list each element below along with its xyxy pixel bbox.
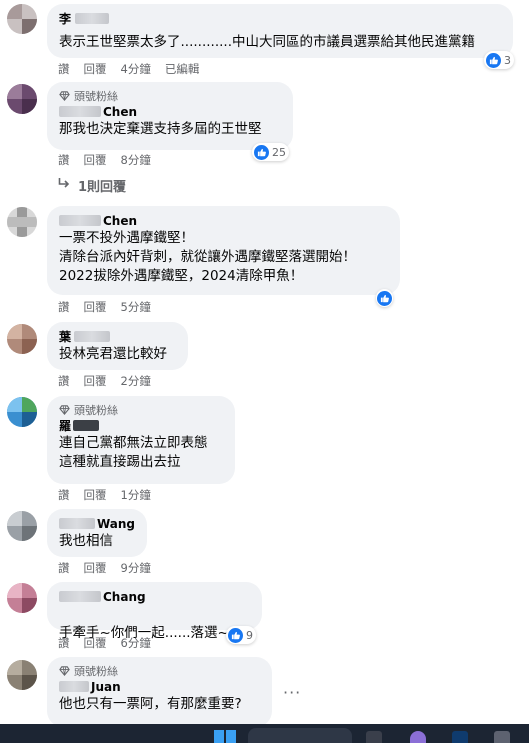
reply-button[interactable]: 回覆 bbox=[84, 635, 107, 651]
taskbar-search-box[interactable] bbox=[248, 728, 352, 743]
like-button[interactable]: 讚 bbox=[58, 373, 70, 389]
edited-label: 已編輯 bbox=[164, 62, 200, 76]
taskbar-app-icon[interactable] bbox=[410, 731, 426, 743]
badge-label: 頭號粉絲 bbox=[74, 664, 118, 678]
reply-button[interactable]: 回覆 bbox=[84, 61, 107, 77]
like-button[interactable]: 讚 bbox=[58, 61, 70, 77]
reaction-count[interactable]: 3 bbox=[484, 51, 514, 69]
timestamp[interactable]: 2分鐘 bbox=[121, 373, 151, 389]
commenter-name-text: 葉 bbox=[59, 330, 72, 344]
taskbar-app-icon[interactable] bbox=[452, 731, 468, 743]
commenter-name[interactable]: Chen bbox=[59, 212, 388, 229]
like-button[interactable]: 讚 bbox=[58, 299, 70, 315]
comment-bubble: 頭號粉絲 Juan 他也只有一票阿，有那麼重要? bbox=[47, 657, 272, 727]
like-button[interactable]: 讚 bbox=[58, 152, 70, 168]
view-replies-link[interactable]: 1則回覆 bbox=[58, 176, 126, 195]
commenter-name-text: Wang bbox=[96, 516, 135, 531]
diamond-badge-icon bbox=[59, 90, 70, 101]
comment-actions: 讚 回覆 6分鐘 bbox=[58, 635, 151, 651]
commenter-name[interactable]: 葉 bbox=[59, 328, 176, 345]
comment-actions: 讚 回覆 1分鐘 bbox=[58, 487, 151, 503]
comment-text: 那我也決定棄選支持多屆的王世堅 bbox=[59, 121, 262, 137]
timestamp[interactable]: 1分鐘 bbox=[121, 487, 151, 503]
reaction-number: 3 bbox=[504, 53, 511, 67]
diamond-badge-icon bbox=[59, 404, 70, 415]
commenter-name[interactable]: Juan bbox=[59, 678, 260, 695]
comment-bubble: 李 表示王世堅票太多了............中山大同區的市議員選票給其他民進黨… bbox=[47, 4, 513, 58]
commenter-name-text: Juan bbox=[91, 679, 121, 694]
comment-actions: 讚 回覆 9分鐘 bbox=[58, 560, 151, 576]
timestamp[interactable]: 6分鐘 bbox=[121, 635, 151, 651]
reaction-count[interactable] bbox=[376, 289, 393, 307]
comment-text: 連自己黨都無法立即表態 這種就直接踢出去拉 bbox=[59, 435, 208, 470]
timestamp[interactable]: 9分鐘 bbox=[121, 560, 151, 576]
reaction-number: 9 bbox=[246, 628, 253, 642]
commenter-name-text: Chang bbox=[103, 589, 146, 604]
commenter-name[interactable]: Wang bbox=[59, 515, 135, 532]
commenter-name-text: Chen bbox=[103, 104, 138, 119]
thumbs-up-icon bbox=[377, 290, 392, 306]
top-fan-badge: 頭號粉絲 bbox=[59, 663, 260, 678]
thumbs-up-icon bbox=[486, 52, 501, 68]
thumbs-up-icon bbox=[254, 144, 269, 160]
diamond-badge-icon bbox=[59, 665, 70, 676]
comment-bubble: 葉 投林亮君還比較好 bbox=[47, 322, 188, 370]
avatar[interactable] bbox=[7, 207, 37, 237]
comment-bubble: Wang 我也相信 bbox=[47, 509, 147, 557]
reply-arrow-icon bbox=[58, 178, 70, 193]
reply-button[interactable]: 回覆 bbox=[84, 560, 107, 576]
taskbar-app-icon[interactable] bbox=[366, 731, 382, 743]
reaction-number: 25 bbox=[272, 145, 286, 159]
commenter-name-text: 李 bbox=[59, 12, 72, 26]
replies-count: 1則回覆 bbox=[78, 180, 127, 195]
comment-actions: 讚 回覆 5分鐘 bbox=[58, 299, 151, 315]
reply-button[interactable]: 回覆 bbox=[84, 487, 107, 503]
like-button[interactable]: 讚 bbox=[58, 635, 70, 651]
taskbar-app-icon[interactable] bbox=[494, 731, 510, 743]
avatar[interactable] bbox=[7, 583, 37, 613]
comment-actions: 讚 回覆 4分鐘 已編輯 bbox=[58, 61, 199, 77]
comment-text: 表示王世堅票太多了............中山大同區的市議員選票給其他民進黨籍 bbox=[59, 34, 475, 50]
top-fan-badge: 頭號粉絲 bbox=[59, 88, 281, 103]
comment-text: 一票不投外遇摩鐵堅！ 清除台派內奸背刺，就從讓外遇摩鐵堅落選開始！ 2022拔除… bbox=[59, 230, 356, 284]
thumbs-up-icon bbox=[228, 627, 243, 643]
like-button[interactable]: 讚 bbox=[58, 487, 70, 503]
reaction-count[interactable]: 25 bbox=[252, 143, 289, 161]
comment-bubble: Chang 手牽手~你們一起......落選~ bbox=[47, 582, 262, 641]
commenter-name[interactable]: 李 bbox=[59, 10, 501, 27]
windows-start-icon[interactable] bbox=[214, 730, 236, 743]
avatar[interactable] bbox=[7, 511, 37, 541]
comment-actions: 讚 回覆 2分鐘 bbox=[58, 373, 151, 389]
comment-text: 投林亮君還比較好 bbox=[59, 346, 167, 362]
timestamp[interactable]: 8分鐘 bbox=[121, 152, 151, 168]
comment-text: 他也只有一票阿，有那麼重要? bbox=[59, 696, 242, 712]
commenter-name[interactable]: 羅 bbox=[59, 417, 223, 434]
avatar[interactable] bbox=[7, 84, 37, 114]
commenter-name-text: 羅 bbox=[59, 419, 72, 433]
comment-text: 我也相信 bbox=[59, 533, 113, 549]
comment-bubble: Chen 一票不投外遇摩鐵堅！ 清除台派內奸背刺，就從讓外遇摩鐵堅落選開始！ 2… bbox=[47, 206, 400, 295]
avatar[interactable] bbox=[7, 660, 37, 690]
more-options-icon[interactable]: ··· bbox=[283, 683, 301, 702]
taskbar bbox=[0, 724, 529, 743]
avatar[interactable] bbox=[7, 4, 37, 34]
timestamp[interactable]: 5分鐘 bbox=[121, 299, 151, 315]
reply-button[interactable]: 回覆 bbox=[84, 373, 107, 389]
timestamp[interactable]: 4分鐘 bbox=[121, 61, 151, 77]
commenter-name[interactable]: Chang bbox=[59, 588, 250, 605]
comment-bubble: 頭號粉絲 Chen 那我也決定棄選支持多屆的王世堅 bbox=[47, 82, 293, 150]
avatar[interactable] bbox=[7, 324, 37, 354]
comment-actions: 讚 回覆 8分鐘 bbox=[58, 152, 151, 168]
avatar[interactable] bbox=[7, 397, 37, 427]
reply-button[interactable]: 回覆 bbox=[84, 299, 107, 315]
like-button[interactable]: 讚 bbox=[58, 560, 70, 576]
commenter-name-text: Chen bbox=[103, 213, 138, 228]
badge-label: 頭號粉絲 bbox=[74, 89, 118, 103]
reaction-count[interactable]: 9 bbox=[226, 626, 256, 644]
badge-label: 頭號粉絲 bbox=[74, 403, 118, 417]
comment-bubble: 頭號粉絲 羅 連自己黨都無法立即表態 這種就直接踢出去拉 bbox=[47, 396, 235, 484]
top-fan-badge: 頭號粉絲 bbox=[59, 402, 223, 417]
reply-button[interactable]: 回覆 bbox=[84, 152, 107, 168]
commenter-name[interactable]: Chen bbox=[59, 103, 281, 120]
